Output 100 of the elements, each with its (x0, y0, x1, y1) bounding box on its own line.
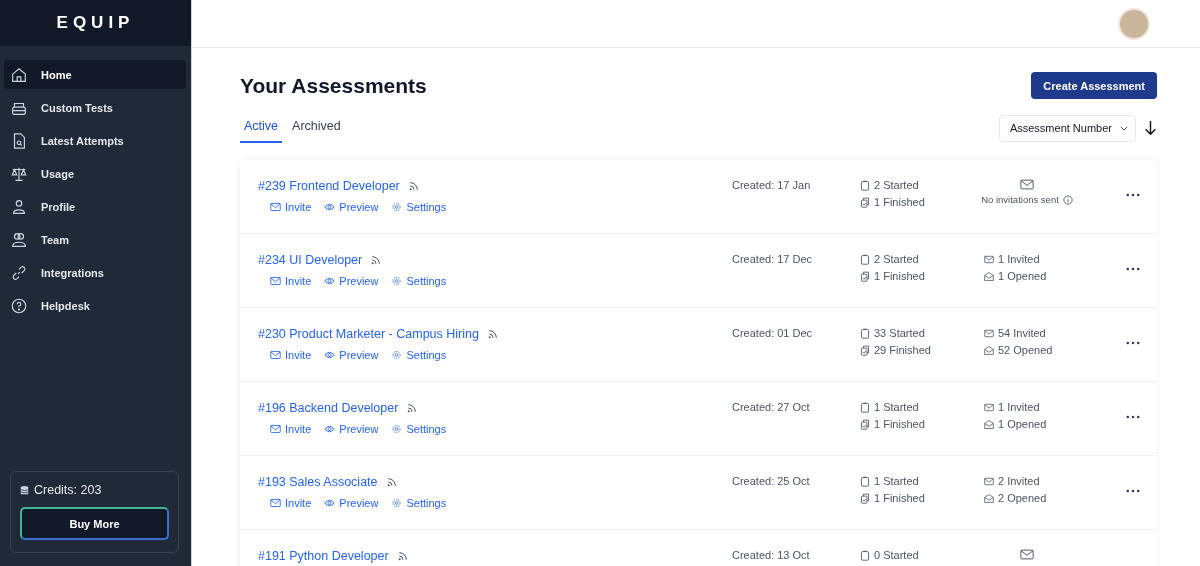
create-assessment-button[interactable]: Create Assessment (1031, 72, 1157, 99)
link-icon (10, 263, 28, 282)
page-title: Your Assessments (240, 73, 427, 98)
assessment-title-link[interactable]: #230 Product Marketer - Campus Hiring (258, 327, 479, 341)
chevron-down-icon (1120, 125, 1128, 131)
mail-icon (984, 327, 994, 339)
assessment-action-link[interactable]: Invite (270, 497, 312, 509)
created-date: Created: 25 Oct (732, 474, 811, 489)
created-date: Created: 01 Dec (732, 326, 814, 341)
assessment-action-link[interactable]: Invite (270, 349, 312, 361)
mail-icon (270, 424, 281, 434)
sidebar-item[interactable]: Profile (4, 192, 186, 221)
rss-icon (407, 403, 418, 413)
assessment-action-link[interactable]: Settings (391, 497, 447, 509)
clipboard-icon (860, 401, 870, 413)
eye-icon (324, 276, 336, 286)
finished-count: 1 Finished (874, 270, 925, 282)
open-envelope-icon (984, 418, 994, 430)
assessment-action-link[interactable]: Settings (391, 275, 447, 287)
credits-count: Credits: 203 (34, 483, 102, 497)
open-envelope-icon (984, 270, 994, 282)
copy-check-icon (860, 344, 870, 356)
assessment-action-link[interactable]: Preview (324, 349, 379, 361)
assessment-action-link[interactable]: Settings (391, 423, 447, 435)
eye-icon (324, 202, 336, 212)
assessment-action-link[interactable]: Invite (270, 201, 312, 213)
mail-icon (1020, 549, 1034, 560)
invited-count: 1 Invited (998, 401, 1040, 413)
sidebar-item[interactable]: Latest Attempts (4, 126, 186, 155)
copy-check-icon (860, 492, 870, 504)
eye-icon (324, 424, 336, 434)
assessment-title-link[interactable]: #239 Frontend Developer (258, 179, 400, 193)
more-icon[interactable] (1126, 340, 1140, 345)
assessment-title-link[interactable]: #191 Python Developer (258, 549, 389, 563)
assessment-action-link[interactable]: Invite (270, 423, 312, 435)
info-icon[interactable] (1062, 194, 1073, 205)
sidebar-item[interactable]: Team (4, 225, 186, 254)
started-count: 1 Started (874, 475, 919, 487)
eye-icon (324, 350, 336, 360)
opened-count: 1 Opened (998, 418, 1047, 430)
sidebar-item[interactable]: Helpdesk (4, 291, 186, 320)
settings-icon (391, 202, 403, 212)
more-icon[interactable] (1126, 414, 1140, 419)
invited-count: 54 Invited (998, 327, 1046, 339)
rss-icon (386, 477, 397, 487)
eye-icon (324, 498, 336, 508)
settings-icon (391, 498, 403, 508)
house-icon (10, 65, 28, 84)
rss-icon (408, 181, 419, 191)
assessment-action-link[interactable]: Preview (324, 497, 379, 509)
assessment-action-link[interactable]: Preview (324, 275, 379, 287)
tab[interactable]: Active (240, 113, 283, 143)
copy-check-icon (860, 270, 870, 282)
assessment-title-link[interactable]: #193 Sales Associate (258, 475, 378, 489)
help-icon (10, 296, 28, 315)
tab[interactable]: Archived (288, 113, 345, 143)
clipboard-icon (860, 475, 870, 487)
rss-icon (371, 255, 382, 265)
mail-icon (270, 350, 281, 360)
clipboard-icon (860, 179, 870, 191)
rss-icon (397, 551, 408, 561)
opened-count: 2 Opened (998, 492, 1047, 504)
mail-icon (270, 276, 281, 286)
opened-count: 52 Opened (998, 344, 1053, 356)
finished-count: 1 Finished (874, 418, 925, 430)
created-date: Created: 17 Dec (732, 252, 814, 267)
coins-icon (20, 484, 29, 496)
started-count: 33 Started (874, 327, 925, 339)
more-icon[interactable] (1126, 266, 1140, 271)
assessment-title-link[interactable]: #196 Backend Developer (258, 401, 399, 415)
sidebar-item[interactable]: Usage (4, 159, 186, 188)
opened-count: 1 Opened (998, 270, 1047, 282)
mail-icon (270, 202, 281, 212)
finished-count: 1 Finished (874, 196, 925, 208)
arrow-down-icon[interactable] (1144, 120, 1157, 136)
finished-count: 29 Finished (874, 344, 931, 356)
started-count: 0 Started (874, 549, 919, 561)
assessment-action-link[interactable]: Settings (391, 201, 447, 213)
finished-count: 1 Finished (874, 492, 925, 504)
started-count: 1 Started (874, 401, 919, 413)
sidebar-item[interactable]: Custom Tests (4, 93, 186, 122)
assessment-action-link[interactable]: Preview (324, 423, 379, 435)
settings-icon (391, 350, 403, 360)
assessment-action-link[interactable]: Settings (391, 349, 447, 361)
buy-more-button[interactable]: Buy More (20, 507, 169, 540)
more-icon[interactable] (1126, 192, 1140, 197)
sidebar-item[interactable]: Home (4, 60, 186, 89)
sidebar-item[interactable]: Integrations (4, 258, 186, 287)
assessment-action-link[interactable]: Invite (270, 275, 312, 287)
assessment-title-link[interactable]: #234 UI Developer (258, 253, 363, 267)
open-envelope-icon (984, 492, 994, 504)
mail-icon (270, 498, 281, 508)
sort-select[interactable]: Assessment Number (998, 114, 1136, 142)
more-icon[interactable] (1126, 488, 1140, 493)
rss-icon (487, 329, 498, 339)
started-count: 2 Started (874, 253, 919, 265)
settings-icon (391, 424, 403, 434)
settings-icon (391, 276, 403, 286)
invited-count: 1 Invited (998, 253, 1040, 265)
assessment-action-link[interactable]: Preview (324, 201, 379, 213)
